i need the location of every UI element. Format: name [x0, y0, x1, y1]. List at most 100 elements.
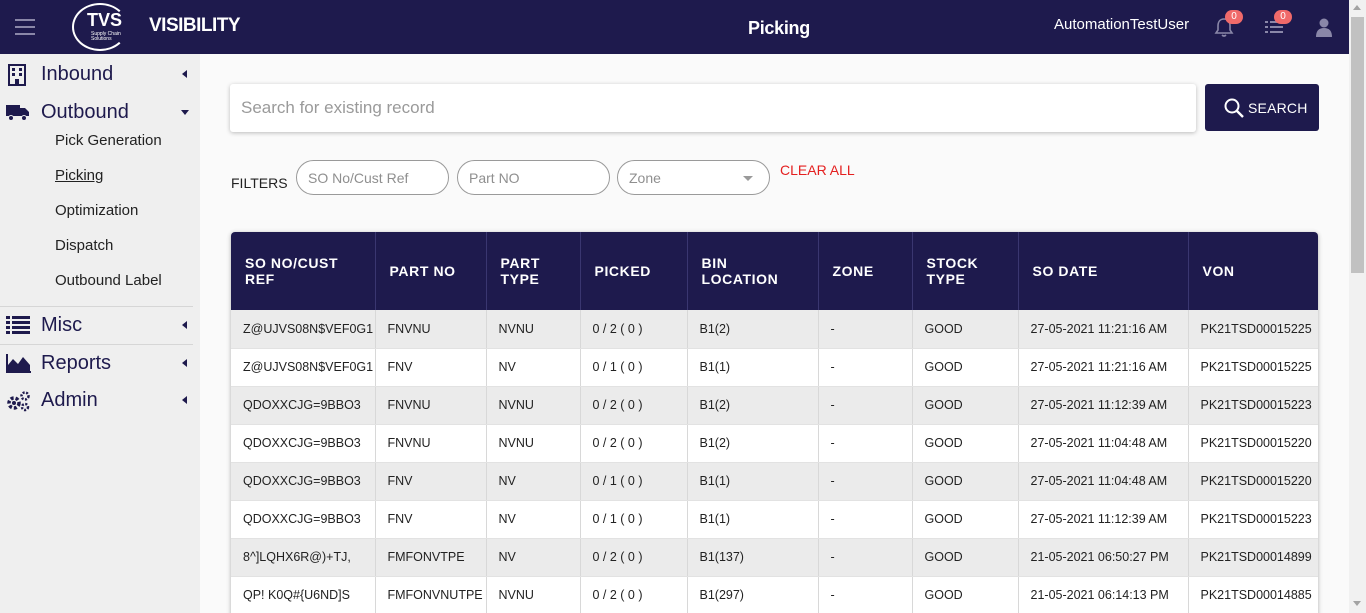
table-header-row: SO NO/CUST REF PART NO PART TYPE PICKED … — [231, 232, 1318, 310]
cell-von: PK21TSD00015220 — [1188, 462, 1318, 501]
scroll-up-arrow-icon[interactable] — [1353, 5, 1361, 10]
cell-so-date: 21-05-2021 06:14:13 PM — [1018, 576, 1189, 613]
table-row[interactable]: QDOXXCJG=9BBO3 FNV NV 0 / 1 ( 0 ) B1(1) … — [231, 462, 1318, 501]
table-row[interactable]: Z@UJVS08N$VEF0G1 FNV NV 0 / 1 ( 0 ) B1(1… — [231, 348, 1318, 387]
col-header-stock-type[interactable]: STOCK TYPE — [912, 232, 1019, 310]
col-header-part-type[interactable]: PART TYPE — [486, 232, 581, 310]
table-row[interactable]: QDOXXCJG=9BBO3 FNVNU NVNU 0 / 2 ( 0 ) B1… — [231, 386, 1318, 425]
cell-so-date: 27-05-2021 11:04:48 AM — [1018, 424, 1189, 463]
cell-bin-location: B1(2) — [687, 424, 819, 463]
username[interactable]: AutomationTestUser — [1054, 16, 1189, 33]
cell-picked: 0 / 2 ( 0 ) — [580, 310, 688, 349]
cell-so-no: QP! K0Q#{U6ND]S — [231, 576, 376, 613]
cell-bin-location: B1(2) — [687, 310, 819, 349]
cell-von: PK21TSD00015225 — [1188, 310, 1318, 349]
sidebar-subitem-outbound-label[interactable]: Outbound Label — [55, 272, 162, 289]
sidebar-subitem-picking[interactable]: Picking — [55, 167, 103, 184]
table-row[interactable]: Z@UJVS08N$VEF0G1 FNVNU NVNU 0 / 2 ( 0 ) … — [231, 310, 1318, 349]
table-row[interactable]: QDOXXCJG=9BBO3 FNVNU NVNU 0 / 2 ( 0 ) B1… — [231, 424, 1318, 463]
zone-select-placeholder: Zone — [629, 170, 661, 186]
filters-label: FILTERS — [231, 175, 288, 191]
hamburger-menu-icon[interactable] — [15, 19, 35, 35]
cell-stock-type: GOOD — [912, 386, 1019, 425]
cell-part-type: NV — [486, 538, 581, 577]
cell-so-no: QDOXXCJG=9BBO3 — [231, 386, 376, 425]
cell-bin-location: B1(1) — [687, 500, 819, 539]
cell-von: PK21TSD00015223 — [1188, 386, 1318, 425]
col-header-so-no[interactable]: SO NO/CUST REF — [231, 232, 376, 310]
clear-all-link[interactable]: CLEAR ALL — [780, 162, 855, 178]
sidebar-item-admin[interactable]: Admin — [0, 382, 200, 418]
scrollbar-thumb[interactable] — [1351, 17, 1364, 273]
page-scrollbar[interactable] — [1349, 0, 1366, 613]
main-content: SEARCH FILTERS Zone CLEAR ALL SO NO/CUST… — [200, 54, 1349, 613]
sidebar-subitem-dispatch[interactable]: Dispatch — [55, 237, 113, 254]
cell-zone: - — [818, 462, 913, 501]
col-header-part-no[interactable]: PART NO — [375, 232, 487, 310]
sidebar-item-reports[interactable]: Reports — [0, 345, 200, 381]
sidebar-item-inbound[interactable]: Inbound — [0, 56, 200, 92]
search-input[interactable] — [230, 84, 1196, 132]
cell-part-type: NVNU — [486, 310, 581, 349]
cell-part-no: FNVNU — [375, 424, 487, 463]
sidebar-item-outbound[interactable]: Outbound — [0, 94, 200, 130]
cell-so-date: 27-05-2021 11:04:48 AM — [1018, 462, 1189, 501]
col-header-bin-location[interactable]: BIN LOCATION — [687, 232, 819, 310]
cell-part-no: FNV — [375, 348, 487, 387]
sidebar-subitem-optimization[interactable]: Optimization — [55, 202, 138, 219]
tasks-badge: 0 — [1274, 10, 1292, 24]
search-icon — [1223, 97, 1245, 119]
cell-zone: - — [818, 348, 913, 387]
cell-picked: 0 / 1 ( 0 ) — [580, 348, 688, 387]
col-header-von[interactable]: VON — [1188, 232, 1318, 310]
col-header-picked[interactable]: PICKED — [580, 232, 688, 310]
cell-part-no: FMFONVNUTPE — [375, 576, 487, 613]
chevron-left-icon — [182, 70, 187, 78]
sidebar-item-misc[interactable]: Misc — [0, 307, 200, 343]
cell-stock-type: GOOD — [912, 424, 1019, 463]
cell-bin-location: B1(1) — [687, 462, 819, 501]
search-button[interactable]: SEARCH — [1205, 84, 1319, 131]
building-icon — [6, 64, 28, 86]
table-row[interactable]: 8^]LQHX6R@)+TJ, FMFONVTPE NV 0 / 2 ( 0 )… — [231, 538, 1318, 577]
col-header-zone[interactable]: ZONE — [818, 232, 913, 310]
cell-so-no: 8^]LQHX6R@)+TJ, — [231, 538, 376, 577]
logo-subtext: Supply Chain Solutions — [91, 31, 121, 42]
cell-so-date: 21-05-2021 06:50:27 PM — [1018, 538, 1189, 577]
chevron-left-icon — [182, 359, 187, 367]
sidebar-subitem-pick-generation[interactable]: Pick Generation — [55, 132, 162, 149]
cell-picked: 0 / 2 ( 0 ) — [580, 576, 688, 613]
zone-select[interactable]: Zone — [617, 160, 770, 195]
brand-name: VISIBILITY — [149, 15, 241, 36]
col-header-so-date[interactable]: SO DATE — [1018, 232, 1189, 310]
cell-von: PK21TSD00015220 — [1188, 424, 1318, 463]
cell-zone: - — [818, 386, 913, 425]
cell-so-date: 27-05-2021 11:12:39 AM — [1018, 386, 1189, 425]
cell-part-type: NV — [486, 462, 581, 501]
cell-zone: - — [818, 424, 913, 463]
part-filter-input[interactable] — [458, 161, 609, 194]
sidebar: Inbound Outbound Pick Generation Picking… — [0, 54, 200, 613]
table-row[interactable]: QDOXXCJG=9BBO3 FNV NV 0 / 1 ( 0 ) B1(1) … — [231, 500, 1318, 539]
so-filter-input[interactable] — [297, 161, 448, 194]
cell-picked: 0 / 2 ( 0 ) — [580, 386, 688, 425]
cell-stock-type: GOOD — [912, 576, 1019, 613]
table-row[interactable]: QP! K0Q#{U6ND]S FMFONVNUTPE NVNU 0 / 2 (… — [231, 576, 1318, 613]
cell-zone: - — [818, 538, 913, 577]
user-avatar-icon[interactable] — [1313, 16, 1335, 38]
cell-part-type: NV — [486, 348, 581, 387]
sidebar-item-label: Inbound — [41, 63, 114, 85]
cell-stock-type: GOOD — [912, 462, 1019, 501]
cell-part-no: FNVNU — [375, 310, 487, 349]
cell-stock-type: GOOD — [912, 538, 1019, 577]
scroll-down-arrow-icon[interactable] — [1353, 601, 1361, 606]
sidebar-item-label: Reports — [41, 352, 112, 374]
area-chart-icon — [6, 353, 31, 373]
chevron-left-icon — [182, 396, 187, 404]
cell-bin-location: B1(2) — [687, 386, 819, 425]
cell-part-no: FMFONVTPE — [375, 538, 487, 577]
part-filter-field — [457, 160, 610, 195]
cell-stock-type: GOOD — [912, 500, 1019, 539]
cell-stock-type: GOOD — [912, 310, 1019, 349]
cell-part-type: NV — [486, 500, 581, 539]
